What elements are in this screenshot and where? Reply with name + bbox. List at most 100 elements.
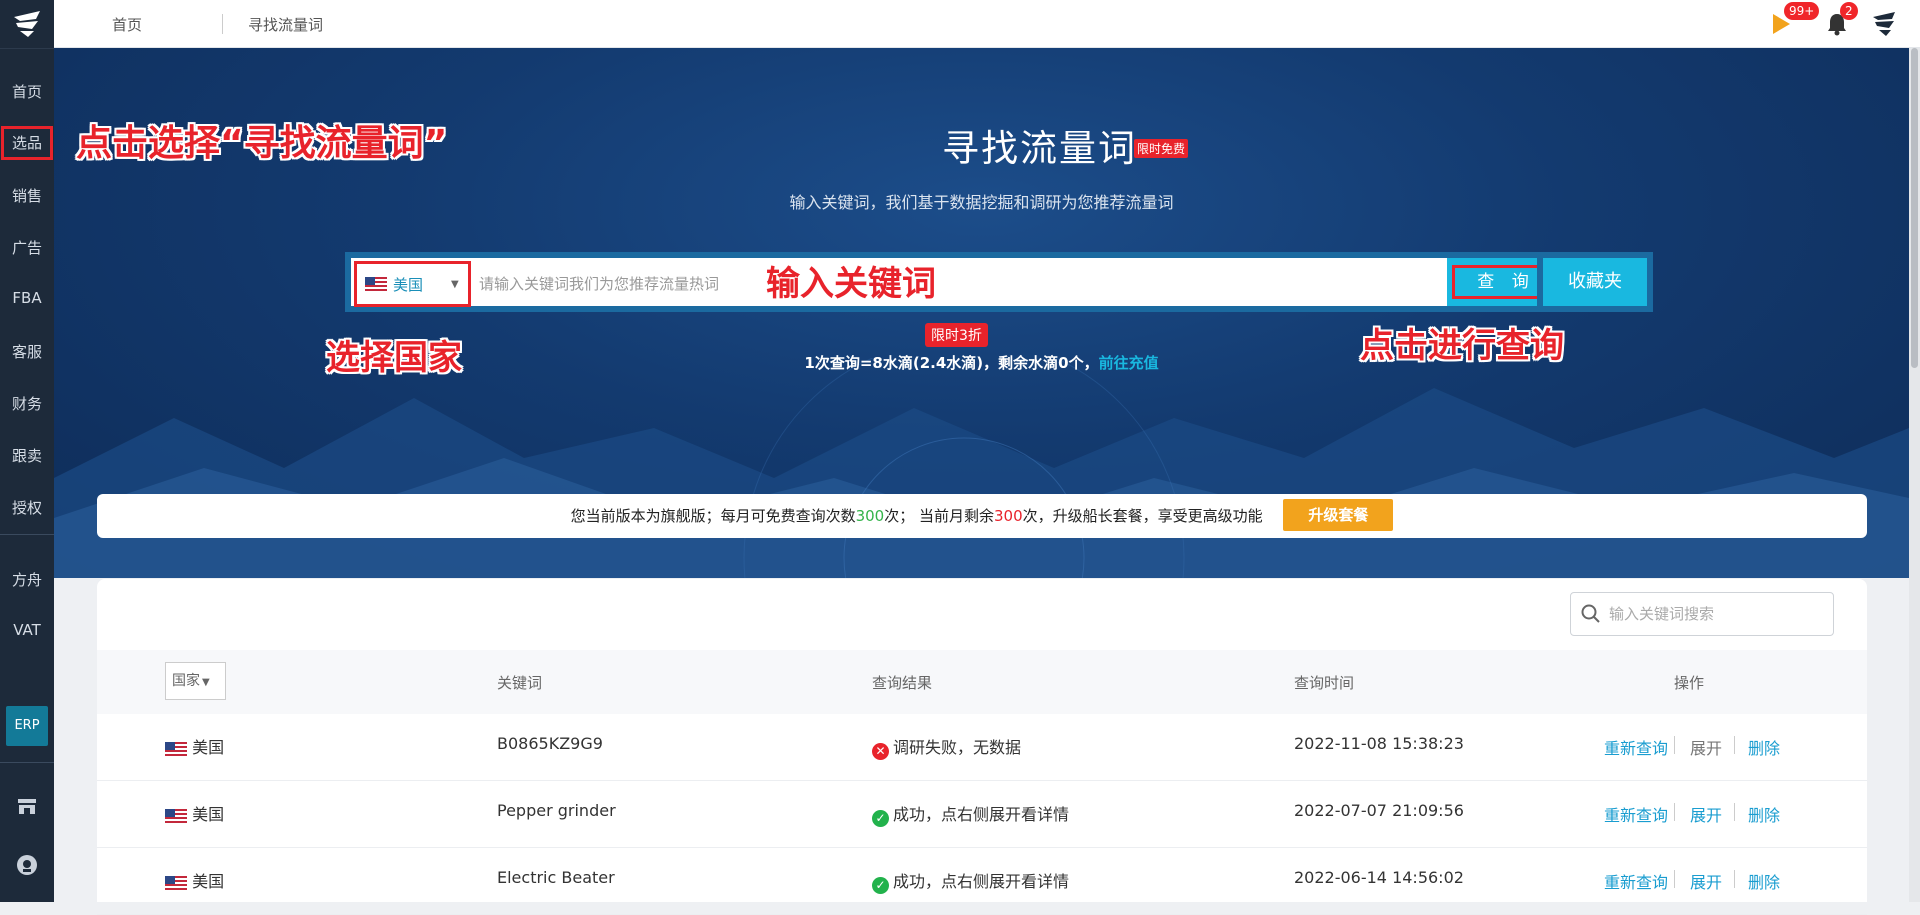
sidebar-item-fba[interactable]: FBA xyxy=(0,289,54,307)
top-icons: 99+ 2 xyxy=(1770,2,1900,42)
expand-link[interactable]: 展开 xyxy=(1690,869,1722,893)
support-icon[interactable] xyxy=(13,851,41,879)
row-keyword: Electric Beater xyxy=(497,868,615,887)
history-search-input[interactable] xyxy=(1609,605,1809,623)
row-country: 美国 xyxy=(165,801,224,825)
country-filter-dropdown[interactable]: 国家 ▼ xyxy=(165,662,226,700)
sidebar-divider xyxy=(0,762,54,763)
row-result: ✕ 调研失败，无数据 xyxy=(872,734,1021,760)
upgrade-button[interactable]: 升级套餐 xyxy=(1283,498,1394,531)
store-icon[interactable] xyxy=(13,792,41,820)
country-select[interactable]: 美国 ▼ xyxy=(354,261,471,307)
op-separator xyxy=(1734,803,1735,821)
us-flag-icon xyxy=(165,741,187,756)
cost-text: 1次查询=8水滴(2.4水滴)，剩余水滴0个， xyxy=(804,354,1099,372)
sidebar-item-ark[interactable]: 方舟 xyxy=(0,569,54,590)
us-flag-icon xyxy=(165,808,187,823)
requery-link[interactable]: 重新查询 xyxy=(1604,735,1668,759)
row-time: 2022-11-08 15:38:23 xyxy=(1294,734,1464,753)
notice-text-2: 次； 当前月剩余 xyxy=(884,507,994,525)
page-subtitle: 输入关键词，我们基于数据挖掘和调研为您推荐流量词 xyxy=(789,193,1174,212)
favorites-button-label: 收藏夹 xyxy=(1543,258,1647,306)
country-name: 美国 xyxy=(192,738,225,757)
op-separator xyxy=(1734,870,1735,888)
mountain-background xyxy=(54,358,1909,578)
sidebar-erp-button[interactable]: ERP xyxy=(6,706,48,746)
page-title: 寻找流量词 xyxy=(942,127,1137,170)
search-box: 美国 ▼ 查 询 xyxy=(351,258,1565,307)
history-search xyxy=(1570,592,1834,636)
error-icon: ✕ xyxy=(872,743,889,760)
row-result: ✓ 成功，点右侧展开看详情 xyxy=(872,801,1069,827)
delete-link[interactable]: 删除 xyxy=(1748,869,1780,893)
chevron-down-icon: ▼ xyxy=(202,677,210,688)
table-row: 美国 B0865KZ9G9 ✕ 调研失败，无数据 2022-11-08 15:38… xyxy=(97,714,1867,781)
header-actions: 操作 xyxy=(1674,674,1705,692)
row-keyword: Pepper grinder xyxy=(497,801,616,820)
notice-text-3: 次，升级船长套餐，享受更高级功能 xyxy=(1022,507,1263,525)
flag-badge: 99+ xyxy=(1784,2,1820,20)
result-text: 成功，点右侧展开看详情 xyxy=(893,872,1070,891)
sidebar-divider xyxy=(0,534,54,535)
op-separator xyxy=(1674,803,1675,821)
sidebar-item-ads[interactable]: 广告 xyxy=(0,237,54,258)
sidebar-item-finance[interactable]: 财务 xyxy=(0,393,54,414)
table-header: 国家 ▼ 关键词 查询结果 查询时间 操作 xyxy=(97,650,1867,714)
result-text: 成功，点右侧展开看详情 xyxy=(893,805,1070,824)
row-time: 2022-06-14 14:56:02 xyxy=(1294,868,1464,887)
row-result: ✓ 成功，点右侧展开看详情 xyxy=(872,868,1069,894)
result-text: 调研失败，无数据 xyxy=(893,738,1022,757)
row-country: 美国 xyxy=(165,868,224,892)
op-separator xyxy=(1734,736,1735,754)
us-flag-icon xyxy=(165,875,187,890)
page-scrollbar-thumb[interactable] xyxy=(1911,48,1918,368)
favorites-button[interactable]: 收藏夹 xyxy=(1537,252,1653,312)
row-keyword: B0865KZ9G9 xyxy=(497,734,603,753)
annotation-click-query: 点击进行查询 xyxy=(1360,326,1564,366)
success-icon: ✓ xyxy=(872,810,889,827)
country-name: 美国 xyxy=(192,872,225,891)
header-result: 查询结果 xyxy=(872,674,933,692)
delete-link[interactable]: 删除 xyxy=(1748,735,1780,759)
op-separator xyxy=(1674,870,1675,888)
breadcrumb-home[interactable]: 首页 xyxy=(112,14,142,35)
row-country: 美国 xyxy=(165,734,224,758)
sidebar-item-service[interactable]: 客服 xyxy=(0,341,54,362)
requery-link[interactable]: 重新查询 xyxy=(1604,802,1668,826)
search-bar: 美国 ▼ 查 询 xyxy=(345,252,1571,312)
expand-link[interactable]: 展开 xyxy=(1690,735,1722,759)
op-separator xyxy=(1674,736,1675,754)
notice-text-1: 您当前版本为旗舰版；每月可免费查询次数 xyxy=(570,507,856,525)
success-icon: ✓ xyxy=(872,877,889,894)
annotation-select-menu: 点击选择“寻找流量词” xyxy=(76,123,448,164)
sidebar-item-product-selection[interactable]: 选品 xyxy=(1,126,53,160)
notice-remaining: 300 xyxy=(994,507,1023,525)
sidebar-item-follow-sell[interactable]: 跟卖 xyxy=(0,445,54,466)
sidebar-item-home[interactable]: 首页 xyxy=(0,81,54,102)
row-time: 2022-07-07 21:09:56 xyxy=(1294,801,1464,820)
header-keyword: 关键词 xyxy=(497,674,543,692)
notice-monthly-free: 300 xyxy=(855,507,885,525)
delete-link[interactable]: 删除 xyxy=(1748,802,1780,826)
header-time: 查询时间 xyxy=(1294,674,1355,692)
sidebar: 首页 选品 销售 广告 FBA 客服 财务 跟卖 授权 方舟 VAT ERP xyxy=(0,0,54,902)
country-filter-label: 国家 xyxy=(172,673,200,689)
expand-link[interactable]: 展开 xyxy=(1690,802,1722,826)
country-select-value: 美国 xyxy=(393,275,424,294)
recharge-link[interactable]: 前往充值 xyxy=(1099,354,1159,372)
discount-tag: 限时3折 xyxy=(925,323,988,347)
annotation-select-country: 选择国家 xyxy=(326,338,462,378)
search-icon xyxy=(1581,604,1600,623)
user-avatar-icon[interactable] xyxy=(1870,10,1898,42)
plan-notice: 您当前版本为旗舰版；每月可免费查询次数300次； 当前月剩余300次，升级船长套… xyxy=(97,494,1867,538)
sidebar-item-authorize[interactable]: 授权 xyxy=(0,497,54,518)
breadcrumb-current[interactable]: 寻找流量词 xyxy=(248,14,323,35)
country-name: 美国 xyxy=(192,805,225,824)
sidebar-item-sales[interactable]: 销售 xyxy=(0,185,54,206)
table-row: 美国 Electric Beater ✓ 成功，点右侧展开看详情 2022-06-… xyxy=(97,848,1867,915)
annotation-input-keyword: 输入关键词 xyxy=(766,264,936,304)
requery-link[interactable]: 重新查询 xyxy=(1604,869,1668,893)
sidebar-item-vat[interactable]: VAT xyxy=(0,621,54,639)
app-logo[interactable] xyxy=(0,0,54,49)
history-panel: 国家▼ 关键词 查询结果 查询时间 操作 美国 B0865KZ9G9 ✕调研失败… xyxy=(97,579,1867,915)
